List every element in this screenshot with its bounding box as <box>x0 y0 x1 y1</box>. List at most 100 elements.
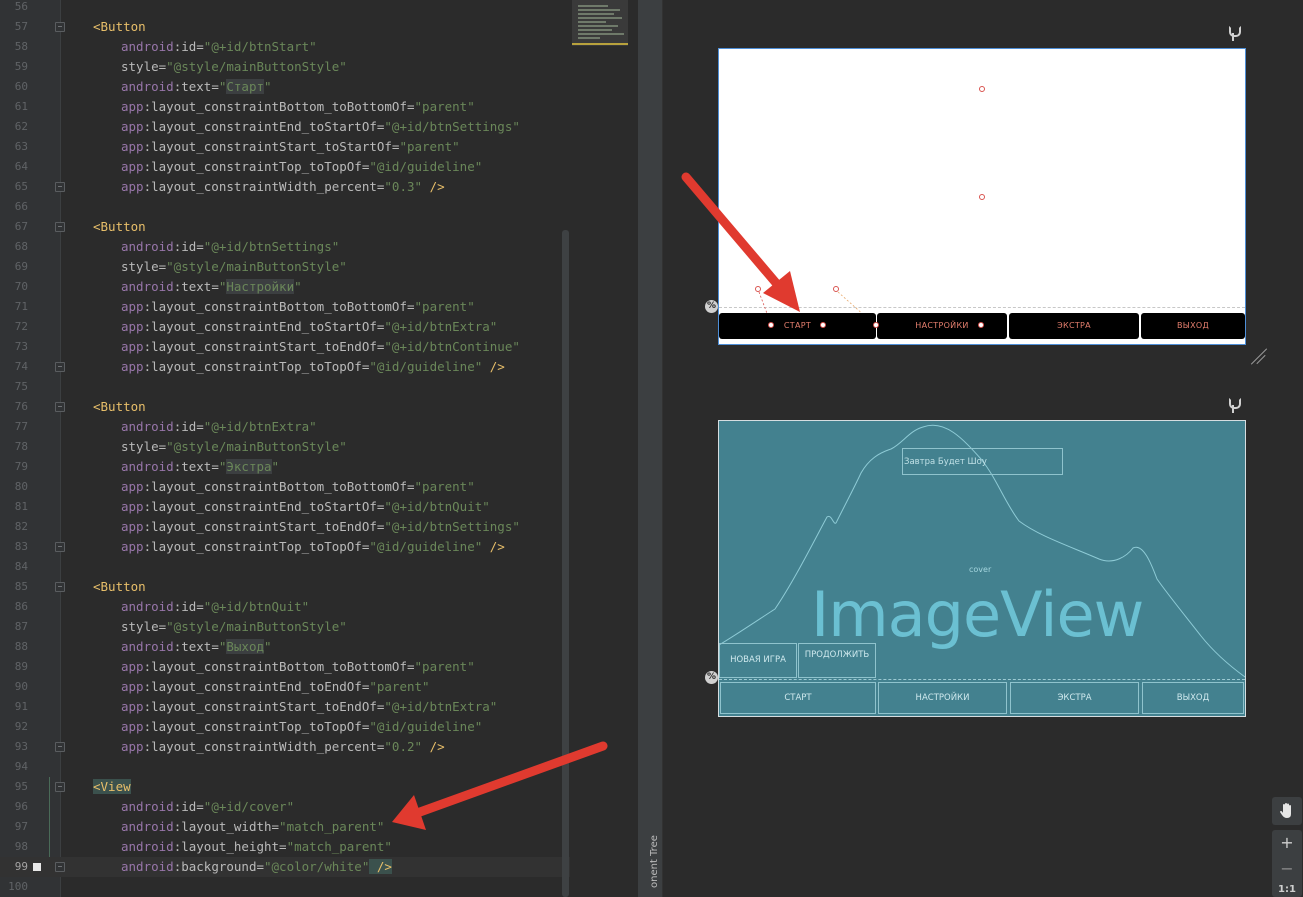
code-line[interactable]: 62 app:layout_constraintEnd_toStartOf="@+… <box>0 117 570 137</box>
code-line[interactable]: 59 style="@style/mainButtonStyle" <box>0 57 570 77</box>
code-text[interactable]: android:id="@+id/btnSettings" <box>121 238 339 256</box>
code-line[interactable]: 89 app:layout_constraintBottom_toBottomOf… <box>0 657 570 677</box>
code-text[interactable]: app:layout_constraintStart_toStartOf="pa… <box>121 138 460 156</box>
code-line[interactable]: 90 app:layout_constraintEnd_toEndOf="pare… <box>0 677 570 697</box>
code-text[interactable]: app:layout_constraintEnd_toEndOf="parent… <box>121 678 430 696</box>
fold-toggle-icon[interactable] <box>55 542 65 552</box>
blueprint-extra-button[interactable]: ЭКСТРА <box>1009 313 1139 339</box>
blueprint-view[interactable]: СТАРТ НАСТРОЙКИ ЭКСТРА ВЫХОД <box>718 48 1246 345</box>
code-text[interactable]: app:layout_constraintStart_toEndOf="@+id… <box>121 338 520 356</box>
code-editor[interactable]: 56 57 <Button 58 android:id="@+id/btnStart" 5… <box>0 0 637 897</box>
code-line[interactable]: 81 app:layout_constraintEnd_toStartOf="@+… <box>0 497 570 517</box>
code-text[interactable]: android:text="Выход" <box>121 638 272 656</box>
code-line[interactable]: 74 app:layout_constraintTop_toTopOf="@id/… <box>0 357 570 377</box>
editor-vertical-scrollbar[interactable] <box>562 230 569 897</box>
bookmark-icon[interactable] <box>33 863 41 871</box>
code-line[interactable]: 67 <Button <box>0 217 570 237</box>
fold-toggle-icon[interactable] <box>55 362 65 372</box>
code-line[interactable]: 60 android:text="Старт" <box>0 77 570 97</box>
code-line[interactable]: 64 app:layout_constraintTop_toTopOf="@id/… <box>0 157 570 177</box>
code-text[interactable]: android:text="Настройки" <box>121 278 302 296</box>
resize-handle-icon[interactable] <box>1248 347 1266 365</box>
code-line[interactable]: 78 style="@style/mainButtonStyle" <box>0 437 570 457</box>
code-line[interactable]: 66 <box>0 197 570 217</box>
code-line[interactable]: 70 android:text="Настройки" <box>0 277 570 297</box>
code-text[interactable]: android:text="Экстра" <box>121 458 279 476</box>
code-line[interactable]: 71 app:layout_constraintBottom_toBottomOf… <box>0 297 570 317</box>
wrench-icon[interactable] <box>1226 398 1241 414</box>
fold-toggle-icon[interactable] <box>55 402 65 412</box>
quit-button[interactable]: ВЫХОД <box>1142 682 1244 714</box>
code-line[interactable]: 98 android:layout_height="match_parent" <box>0 837 570 857</box>
code-line[interactable]: 65 app:layout_constraintWidth_percent="0.… <box>0 177 570 197</box>
guideline[interactable] <box>719 679 1245 680</box>
extra-button[interactable]: ЭКСТРА <box>1010 682 1139 714</box>
code-line[interactable]: 99 android:background="@color/white" /> <box>0 857 570 877</box>
code-line[interactable]: 68 android:id="@+id/btnSettings" <box>0 237 570 257</box>
pan-button[interactable] <box>1272 797 1302 825</box>
code-line[interactable]: 100 <box>0 877 570 897</box>
editor-splitter[interactable] <box>637 0 647 897</box>
code-text[interactable]: android:layout_height="match_parent" <box>121 838 392 856</box>
code-text[interactable]: <Button <box>93 578 146 596</box>
code-text[interactable]: <Button <box>93 18 146 36</box>
fold-toggle-icon[interactable] <box>55 742 65 752</box>
code-line[interactable]: 79 android:text="Экстра" <box>0 457 570 477</box>
code-line[interactable]: 80 app:layout_constraintBottom_toBottomOf… <box>0 477 570 497</box>
constraint-anchor[interactable] <box>820 322 826 328</box>
code-line[interactable]: 77 android:id="@+id/btnExtra" <box>0 417 570 437</box>
code-line[interactable]: 76 <Button <box>0 397 570 417</box>
code-line[interactable]: 61 app:layout_constraintBottom_toBottomOf… <box>0 97 570 117</box>
code-text[interactable]: app:layout_constraintBottom_toBottomOf="… <box>121 658 475 676</box>
code-line[interactable]: 96 android:id="@+id/cover" <box>0 797 570 817</box>
code-line[interactable]: 92 app:layout_constraintTop_toTopOf="@id/… <box>0 717 570 737</box>
code-text[interactable]: android:layout_width="match_parent" <box>121 818 384 836</box>
code-line[interactable]: 95 <View <box>0 777 570 797</box>
code-line[interactable]: 69 style="@style/mainButtonStyle" <box>0 257 570 277</box>
code-line[interactable]: 73 app:layout_constraintStart_toEndOf="@+… <box>0 337 570 357</box>
zoom-out-button[interactable]: − <box>1272 856 1302 882</box>
constraint-anchor[interactable] <box>873 322 879 328</box>
settings-button[interactable]: НАСТРОЙКИ <box>878 682 1007 714</box>
code-text[interactable]: app:layout_constraintWidth_percent="0.2"… <box>121 738 445 756</box>
code-line[interactable]: 86 android:id="@+id/btnQuit" <box>0 597 570 617</box>
zoom-in-button[interactable]: + <box>1272 830 1302 856</box>
code-text[interactable]: style="@style/mainButtonStyle" <box>121 258 347 276</box>
start-button[interactable]: СТАРТ <box>720 682 876 714</box>
constraint-anchor[interactable] <box>768 322 774 328</box>
code-text[interactable]: style="@style/mainButtonStyle" <box>121 618 347 636</box>
code-line[interactable]: 94 <box>0 757 570 777</box>
code-line[interactable]: 88 android:text="Выход" <box>0 637 570 657</box>
code-text[interactable]: <Button <box>93 218 146 236</box>
code-text[interactable]: android:id="@+id/cover" <box>121 798 294 816</box>
code-text[interactable]: app:layout_constraintTop_toTopOf="@id/gu… <box>121 358 505 376</box>
code-text[interactable]: app:layout_constraintBottom_toBottomOf="… <box>121 98 475 116</box>
continue-button[interactable]: ПРОДОЛЖИТЬ <box>798 643 876 678</box>
new-game-button[interactable]: НОВАЯ ИГРА <box>719 643 797 678</box>
guideline-percent-badge[interactable]: % <box>705 671 718 684</box>
fold-toggle-icon[interactable] <box>55 222 65 232</box>
code-line[interactable]: 57 <Button <box>0 17 570 37</box>
code-text[interactable]: app:layout_constraintEnd_toStartOf="@+id… <box>121 498 490 516</box>
design-preview[interactable]: Завтра Будет Шоу cover ImageView НОВАЯ И… <box>718 420 1246 717</box>
guideline-percent-badge[interactable]: % <box>705 300 718 313</box>
code-text[interactable]: app:layout_constraintWidth_percent="0.3"… <box>121 178 445 196</box>
fold-toggle-icon[interactable] <box>55 782 65 792</box>
code-text[interactable]: app:layout_constraintTop_toTopOf="@id/gu… <box>121 538 505 556</box>
blueprint-start-button[interactable]: СТАРТ <box>719 313 876 339</box>
code-text[interactable]: android:id="@+id/btnQuit" <box>121 598 309 616</box>
code-line[interactable]: 58 android:id="@+id/btnStart" <box>0 37 570 57</box>
code-text[interactable]: android:id="@+id/btnStart" <box>121 38 317 56</box>
code-text[interactable]: app:layout_constraintEnd_toStartOf="@+id… <box>121 318 497 336</box>
code-line[interactable]: 63 app:layout_constraintStart_toStartOf="… <box>0 137 570 157</box>
code-text[interactable]: app:layout_constraintStart_toEndOf="@+id… <box>121 518 520 536</box>
code-text[interactable]: style="@style/mainButtonStyle" <box>121 438 347 456</box>
fold-toggle-icon[interactable] <box>55 582 65 592</box>
code-line[interactable]: 93 app:layout_constraintWidth_percent="0.… <box>0 737 570 757</box>
code-text[interactable]: style="@style/mainButtonStyle" <box>121 58 347 76</box>
code-line[interactable]: 82 app:layout_constraintStart_toEndOf="@+… <box>0 517 570 537</box>
code-text[interactable]: <Button <box>93 398 146 416</box>
component-tree-tab-label[interactable]: onent Tree <box>647 835 663 890</box>
fold-toggle-icon[interactable] <box>55 22 65 32</box>
code-line[interactable]: 84 <box>0 557 570 577</box>
